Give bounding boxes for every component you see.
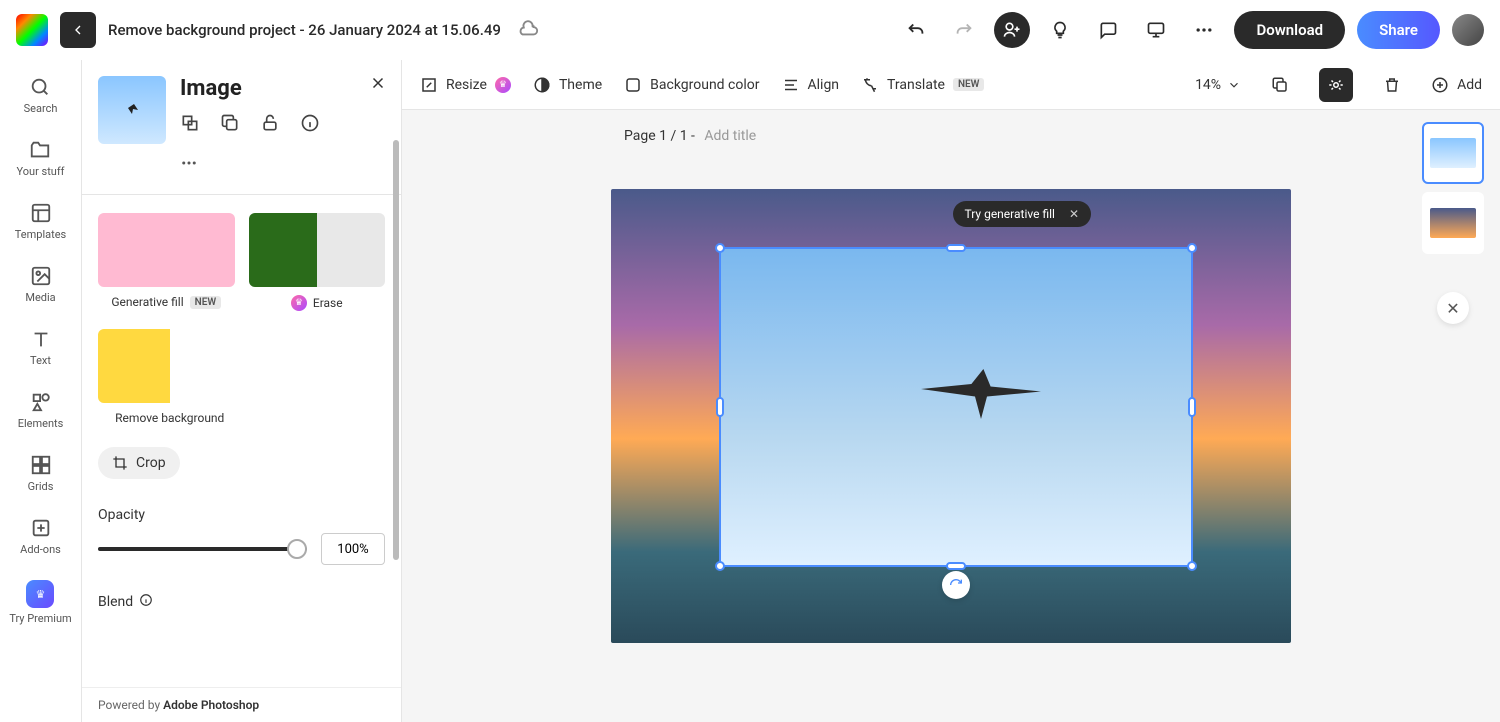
left-rail: Search Your stuff Templates Media Text E… <box>0 60 82 722</box>
page-thumbnail-2[interactable] <box>1422 192 1484 254</box>
duplicate-icon[interactable] <box>220 113 240 137</box>
top-bar: Remove background project - 26 January 2… <box>0 0 1500 60</box>
more-button[interactable] <box>1186 12 1222 48</box>
rail-media[interactable]: Media <box>25 265 55 304</box>
panel-footer: Powered by Adobe Photoshop <box>82 687 401 722</box>
lock-icon[interactable] <box>260 113 280 137</box>
generative-fill-tool[interactable]: Generative fillNEW <box>98 213 235 311</box>
erase-tool[interactable]: ♛Erase <box>249 213 386 311</box>
remove-background-tool[interactable]: Remove background <box>98 329 242 425</box>
close-panel-button[interactable] <box>369 74 387 96</box>
present-button[interactable] <box>1138 12 1174 48</box>
rail-your-stuff[interactable]: Your stuff <box>16 139 64 178</box>
rail-try-premium[interactable]: ♛Try Premium <box>9 580 71 625</box>
resize-handle-tm[interactable] <box>946 244 966 252</box>
resize-handle-ml[interactable] <box>716 397 724 417</box>
back-button[interactable] <box>60 12 96 48</box>
ideas-button[interactable] <box>1042 12 1078 48</box>
translate-button[interactable]: TranslateNEW <box>861 76 984 94</box>
duplicate-page-button[interactable] <box>1263 68 1297 102</box>
document-title[interactable]: Remove background project - 26 January 2… <box>108 21 501 39</box>
rail-text[interactable]: Text <box>30 328 52 367</box>
close-thumbnails-button[interactable]: ✕ <box>1437 292 1469 324</box>
page-title-input[interactable]: Add title <box>704 128 756 144</box>
panel-scrollbar[interactable] <box>393 140 399 560</box>
add-collaborator-button[interactable] <box>994 12 1030 48</box>
ungroup-icon[interactable] <box>180 113 200 137</box>
crop-button[interactable]: Crop <box>98 447 180 479</box>
background-color-button[interactable]: Background color <box>624 76 759 94</box>
new-badge: NEW <box>953 78 985 91</box>
rail-search[interactable]: Search <box>24 76 58 115</box>
new-badge: NEW <box>190 296 222 309</box>
crown-icon: ♛ <box>26 580 54 608</box>
download-button[interactable]: Download <box>1234 11 1345 49</box>
page-thumbnail-1[interactable] <box>1422 122 1484 184</box>
generative-fill-chip[interactable]: Try generative fill ✕ <box>953 201 1091 227</box>
close-chip-icon[interactable]: ✕ <box>1069 207 1079 221</box>
add-page-button[interactable]: Add <box>1431 76 1482 94</box>
undo-button[interactable] <box>898 12 934 48</box>
rail-addons[interactable]: Add-ons <box>20 517 61 556</box>
premium-crown-icon: ♛ <box>291 295 307 311</box>
bird-graphic <box>921 369 1041 419</box>
selected-image[interactable] <box>719 247 1193 567</box>
opacity-slider[interactable] <box>98 547 307 551</box>
selection-refresh-button[interactable] <box>942 571 970 599</box>
theme-button[interactable]: Theme <box>533 76 602 94</box>
canvas[interactable]: Try generative fill ✕ <box>611 189 1291 643</box>
rail-templates[interactable]: Templates <box>15 202 66 241</box>
comments-button[interactable] <box>1090 12 1126 48</box>
share-button[interactable]: Share <box>1357 11 1440 49</box>
more-options-button[interactable] <box>180 154 385 176</box>
page-indicator: Page 1 / 1 - Add title <box>624 128 756 144</box>
panel-title: Image <box>180 76 320 101</box>
resize-handle-br[interactable] <box>1187 561 1197 571</box>
image-panel: Image Generative fillNEW <box>82 60 402 722</box>
align-button[interactable]: Align <box>782 76 840 94</box>
redo-button[interactable] <box>946 12 982 48</box>
resize-handle-bm[interactable] <box>946 562 966 570</box>
resize-handle-mr[interactable] <box>1188 397 1196 417</box>
opacity-label: Opacity <box>98 507 385 523</box>
slider-thumb[interactable] <box>287 539 307 559</box>
erase-preview <box>249 213 386 287</box>
premium-crown-icon: ♛ <box>495 77 511 93</box>
resize-button[interactable]: Resize♛ <box>420 76 511 94</box>
delete-button[interactable] <box>1375 68 1409 102</box>
app-logo <box>16 14 48 46</box>
context-toolbar: Resize♛ Theme Background color Align Tra… <box>402 60 1500 110</box>
image-thumbnail <box>98 76 166 144</box>
animate-button[interactable] <box>1319 68 1353 102</box>
rail-elements[interactable]: Elements <box>18 391 64 430</box>
generative-fill-preview <box>98 213 235 287</box>
rail-grids[interactable]: Grids <box>28 454 54 493</box>
page-thumbnails: ✕ <box>1422 122 1484 324</box>
zoom-select[interactable]: 14% <box>1195 77 1241 93</box>
resize-handle-bl[interactable] <box>715 561 725 571</box>
blend-label: Blend <box>98 594 133 610</box>
cloud-sync-icon <box>517 17 539 43</box>
opacity-input[interactable] <box>321 533 385 565</box>
resize-handle-tr[interactable] <box>1187 243 1197 253</box>
remove-bg-preview <box>98 329 242 403</box>
blend-info-icon[interactable] <box>139 593 153 611</box>
resize-handle-tl[interactable] <box>715 243 725 253</box>
user-avatar[interactable] <box>1452 14 1484 46</box>
info-icon[interactable] <box>300 113 320 137</box>
